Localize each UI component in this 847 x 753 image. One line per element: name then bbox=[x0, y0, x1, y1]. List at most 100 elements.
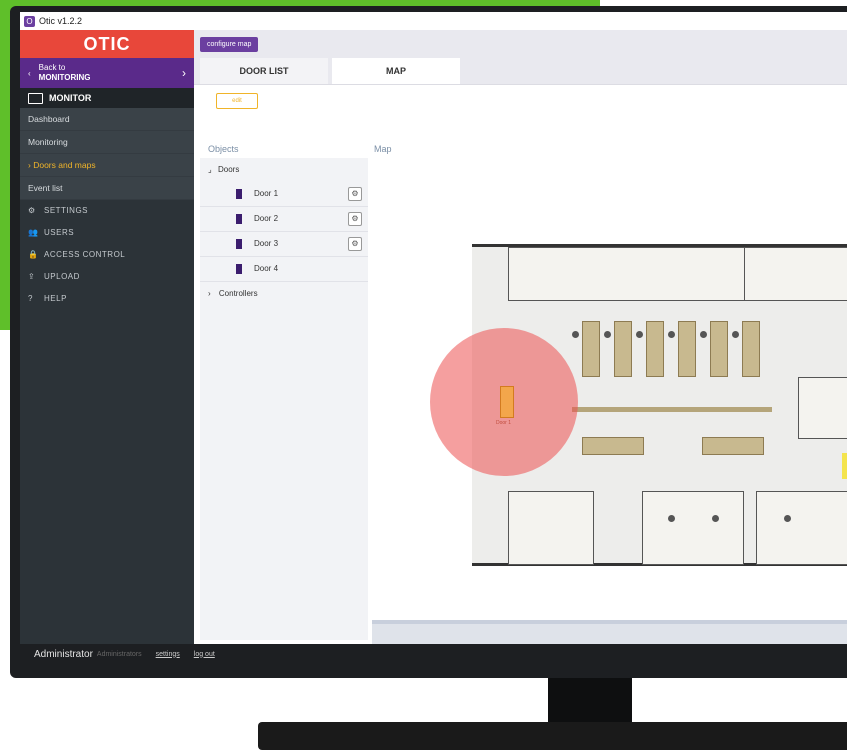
collapse-icon: ⌟ bbox=[208, 165, 212, 174]
sidebar-item-help[interactable]: ? HELP bbox=[20, 288, 194, 310]
door-settings-icon[interactable]: ⚙ bbox=[348, 212, 362, 226]
sidebar-item-doors-and-maps[interactable]: › Doors and maps bbox=[20, 154, 194, 177]
access-icon: 🔒 bbox=[28, 250, 39, 259]
cpd-room bbox=[798, 377, 847, 439]
sidebar-item-monitoring[interactable]: Monitoring bbox=[20, 131, 194, 154]
panel-labels: Objects Map bbox=[194, 144, 847, 158]
door-icon bbox=[236, 239, 242, 249]
objects-title: Objects bbox=[208, 144, 239, 154]
director-office-3 bbox=[756, 491, 847, 565]
desk bbox=[710, 321, 728, 377]
desk bbox=[678, 321, 696, 377]
sidebar-item-event-list[interactable]: Event list bbox=[20, 177, 194, 200]
configure-map-button[interactable]: configure map bbox=[200, 37, 259, 52]
back-line1: Back to bbox=[38, 63, 66, 72]
edit-bar: edit bbox=[194, 85, 847, 119]
sidebar-item-access-control[interactable]: 🔒 ACCESS CONTROL bbox=[20, 244, 194, 266]
app-screen: O Otic v1.2.2 OTIC ‹ Back to MONITORING … bbox=[20, 12, 847, 664]
map-horizontal-scrollbar[interactable] bbox=[372, 620, 847, 644]
chair bbox=[636, 331, 643, 338]
sidebar-item-upload-label: UPLOAD bbox=[44, 272, 80, 281]
tree-item-door-4[interactable]: Door 4 bbox=[200, 257, 368, 282]
sidebar-item-users[interactable]: 👥 USERS bbox=[20, 222, 194, 244]
logout-link[interactable]: log out bbox=[194, 651, 215, 658]
tree-node-doors[interactable]: ⌟ Doors bbox=[200, 158, 368, 182]
door-name: Door 2 bbox=[254, 214, 279, 223]
sidebar-item-doors-label: Doors and maps bbox=[33, 160, 96, 170]
top-toolbar: configure map bbox=[194, 30, 847, 56]
sidebar-item-help-label: HELP bbox=[44, 294, 67, 303]
chevron-right-icon: › bbox=[182, 66, 186, 80]
counter bbox=[572, 407, 772, 412]
app-icon: O bbox=[24, 15, 35, 27]
sidebar: OTIC ‹ Back to MONITORING › MONITOR Dash… bbox=[20, 30, 194, 644]
map-canvas[interactable]: Door 1 bbox=[372, 158, 847, 618]
desk bbox=[646, 321, 664, 377]
sidebar-item-settings-label: SETTINGS bbox=[44, 206, 89, 215]
tree-node-controllers[interactable]: › Controllers bbox=[200, 282, 368, 306]
tab-door-list[interactable]: DOOR LIST bbox=[200, 58, 328, 84]
users-icon: 👥 bbox=[28, 228, 39, 237]
sidebar-item-dashboard[interactable]: Dashboard bbox=[20, 108, 194, 131]
status-bar: Administrator Administrators settings lo… bbox=[20, 644, 847, 664]
expand-icon: › bbox=[208, 289, 211, 298]
sidebar-item-settings[interactable]: ⚙ SETTINGS bbox=[20, 200, 194, 222]
gear-icon: ⚙ bbox=[28, 206, 36, 215]
settings-link[interactable]: settings bbox=[156, 651, 180, 658]
door-1-marker[interactable] bbox=[500, 386, 514, 418]
controllers-label: Controllers bbox=[218, 289, 258, 298]
monitor-stand-base bbox=[258, 722, 847, 750]
sidebar-item-upload[interactable]: ⇪ UPLOAD bbox=[20, 266, 194, 288]
back-line2: MONITORING bbox=[38, 73, 91, 82]
tab-map[interactable]: MAP bbox=[332, 58, 460, 84]
door-icon bbox=[236, 189, 242, 199]
tree-item-door-1[interactable]: Door 1 ⚙ bbox=[200, 182, 368, 207]
chair bbox=[668, 515, 675, 522]
door-name: Door 1 bbox=[254, 189, 279, 198]
desk bbox=[582, 437, 644, 455]
storage-rooms bbox=[744, 247, 847, 301]
chair bbox=[604, 331, 611, 338]
back-to-monitoring-button[interactable]: ‹ Back to MONITORING › bbox=[20, 58, 194, 88]
window-titlebar: O Otic v1.2.2 bbox=[20, 12, 847, 31]
director-office-2 bbox=[642, 491, 744, 565]
chair bbox=[572, 331, 579, 338]
chair bbox=[668, 331, 675, 338]
door-settings-icon[interactable]: ⚙ bbox=[348, 237, 362, 251]
yellow-marker bbox=[842, 453, 847, 479]
help-icon: ? bbox=[28, 294, 33, 303]
main-menu: ⚙ SETTINGS 👥 USERS 🔒 ACCESS CONTROL ⇪ UPLOAD… bbox=[20, 200, 194, 310]
map-title: Map bbox=[374, 144, 392, 154]
door-icon bbox=[236, 264, 242, 274]
objects-panel: ⌟ Doors Door 1 ⚙ Door 2 ⚙ Door 3 ⚙ Door … bbox=[200, 158, 368, 640]
edit-button[interactable]: edit bbox=[216, 93, 258, 109]
monitor-section-header[interactable]: MONITOR bbox=[20, 88, 194, 108]
doors-label: Doors bbox=[217, 165, 240, 174]
door-1-marker-label: Door 1 bbox=[496, 420, 512, 426]
tab-bar: DOOR LIST MAP bbox=[194, 56, 847, 85]
desk bbox=[702, 437, 764, 455]
window-title: Otic v1.2.2 bbox=[39, 16, 83, 26]
chair bbox=[712, 515, 719, 522]
sidebar-item-users-label: USERS bbox=[44, 228, 75, 237]
door-name: Door 4 bbox=[254, 264, 279, 273]
desk bbox=[582, 321, 600, 377]
objects-tree: ⌟ Doors Door 1 ⚙ Door 2 ⚙ Door 3 ⚙ Door … bbox=[200, 158, 368, 306]
user-role: Administrators bbox=[96, 650, 142, 658]
monitor-submenu: Dashboard Monitoring › Doors and maps Ev… bbox=[20, 108, 194, 200]
monitor-section-label: MONITOR bbox=[49, 93, 92, 103]
door-name: Door 3 bbox=[254, 239, 279, 248]
upload-icon: ⇪ bbox=[28, 272, 36, 281]
desk bbox=[742, 321, 760, 377]
chair bbox=[732, 331, 739, 338]
door-icon bbox=[236, 214, 242, 224]
office-row-top bbox=[508, 247, 746, 301]
chair bbox=[700, 331, 707, 338]
tree-item-door-2[interactable]: Door 2 ⚙ bbox=[200, 207, 368, 232]
main-content: configure map DOOR LIST MAP edit Objects… bbox=[194, 30, 847, 644]
tree-item-door-3[interactable]: Door 3 ⚙ bbox=[200, 232, 368, 257]
door-settings-icon[interactable]: ⚙ bbox=[348, 187, 362, 201]
logo: OTIC bbox=[20, 30, 194, 58]
desk bbox=[614, 321, 632, 377]
sidebar-item-access-label: ACCESS CONTROL bbox=[44, 250, 126, 259]
